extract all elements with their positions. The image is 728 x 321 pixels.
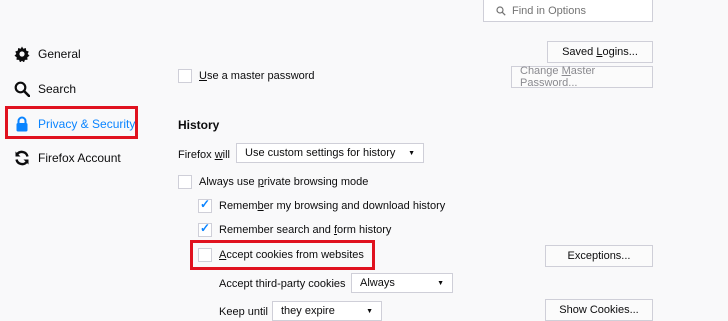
gear-icon	[14, 46, 30, 62]
history-mode-value: Use custom settings for history	[245, 147, 396, 159]
saved-logins-label: Saved Logins...	[562, 46, 638, 58]
search-icon	[496, 5, 506, 16]
sidebar-item-label: General	[38, 47, 81, 61]
keep-until-value: they expire	[281, 305, 335, 317]
search-input[interactable]	[510, 3, 644, 18]
third-party-select[interactable]: Always ▼	[351, 273, 453, 293]
remember-search-checkbox[interactable]	[198, 221, 212, 237]
third-party-cookies-label: Accept third-party cookies	[219, 278, 346, 290]
always-private-label: Always use private browsing mode	[199, 176, 369, 188]
master-password-checkbox[interactable]	[178, 69, 192, 83]
history-heading: History	[178, 118, 220, 132]
sidebar-item-general[interactable]: General	[14, 43, 81, 65]
exceptions-button[interactable]: Exceptions...	[545, 245, 653, 267]
change-master-password-button[interactable]: Change Master Password...	[511, 65, 653, 89]
master-password-label: Use a master password	[199, 70, 315, 82]
saved-logins-button[interactable]: Saved Logins...	[547, 41, 653, 63]
keep-until-select[interactable]: they expire ▼	[272, 301, 382, 321]
remember-search-label: Remember search and form history	[219, 224, 392, 236]
chevron-down-icon: ▼	[408, 149, 415, 157]
history-mode-select[interactable]: Use custom settings for history ▼	[236, 143, 424, 163]
third-party-value: Always	[360, 277, 395, 289]
sidebar: General Search Privacy & Security Firefo…	[0, 0, 160, 313]
show-cookies-button[interactable]: Show Cookies...	[545, 299, 653, 321]
chevron-down-icon: ▼	[437, 279, 444, 287]
remember-browsing-label: Remember my browsing and download histor…	[219, 200, 446, 212]
sidebar-item-firefox-account[interactable]: Firefox Account	[14, 147, 121, 169]
change-master-label: Change Master Password...	[520, 65, 596, 89]
sidebar-item-label: Firefox Account	[38, 151, 121, 165]
options-search-box[interactable]	[483, 0, 653, 22]
highlight-box-accept-cookies	[190, 240, 375, 270]
sidebar-item-search[interactable]: Search	[14, 78, 76, 100]
sync-icon	[14, 150, 30, 166]
always-private-checkbox[interactable]	[178, 175, 192, 189]
remember-browsing-checkbox[interactable]	[198, 197, 212, 213]
highlight-box-privacy	[5, 106, 138, 139]
sidebar-item-label: Search	[38, 82, 77, 96]
chevron-down-icon: ▼	[366, 307, 373, 315]
firefox-will-label: Firefox will	[178, 149, 230, 161]
search-icon	[14, 81, 30, 97]
keep-until-label: Keep until	[219, 306, 268, 318]
